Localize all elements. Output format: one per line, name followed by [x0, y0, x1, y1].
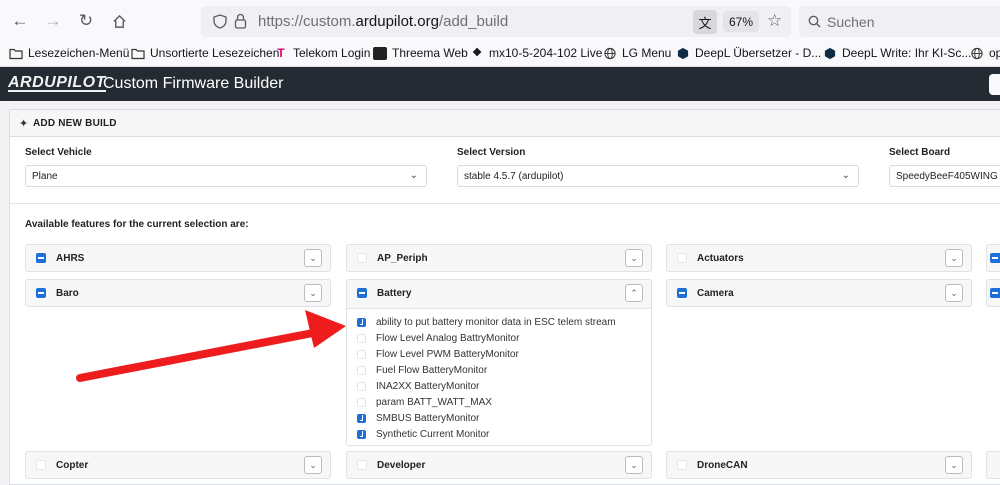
arrow-shaft — [76, 328, 322, 382]
arrow-head-icon — [305, 310, 346, 348]
annotation-arrow — [76, 310, 346, 382]
